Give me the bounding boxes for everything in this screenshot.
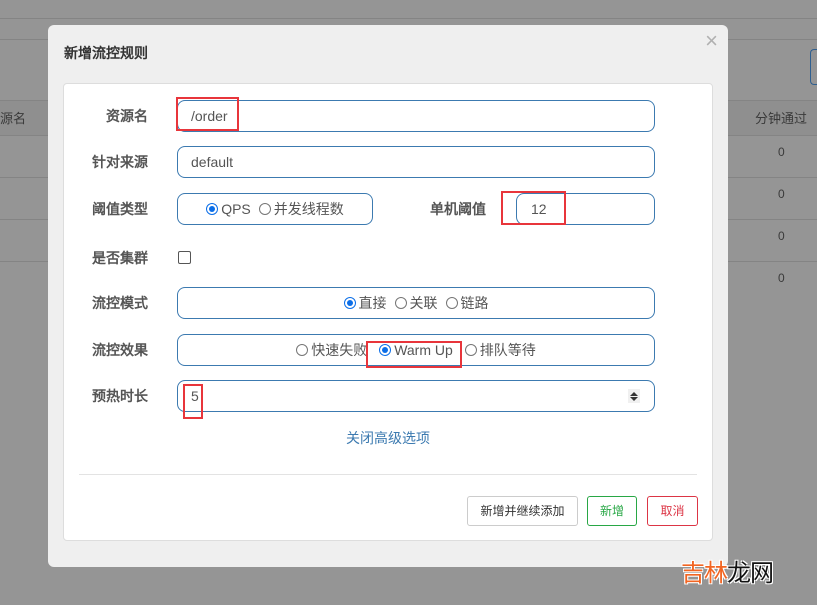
radio-checked-icon[interactable] — [343, 297, 356, 309]
rule-form-panel: 资源名 /order 针对来源 default 阈值类型 QPS 并发线程数 单… — [63, 83, 713, 541]
strategy-option-label: 关联 — [409, 295, 438, 311]
radio-unchecked-icon[interactable] — [464, 344, 477, 356]
bg-table-cell: 0 — [778, 229, 785, 243]
strategy-option-label: 链路 — [460, 295, 489, 311]
behavior-option-fast-fail[interactable]: 快速失败 — [296, 340, 367, 360]
radio-unchecked-icon[interactable] — [394, 297, 407, 309]
resource-name-input[interactable]: /order — [177, 100, 655, 132]
watermark-part1: 吉林 — [681, 560, 728, 587]
cluster-row: 是否集群 — [64, 242, 712, 274]
grade-option-qps[interactable]: QPS — [206, 201, 251, 217]
limit-app-value: default — [191, 154, 234, 170]
bg-table-cell: 0 — [778, 145, 785, 159]
control-behavior-radio-group: 快速失败 Warm Up 排队等待 — [177, 334, 655, 366]
count-input[interactable]: 12 — [516, 193, 655, 225]
dialog-title: 新增流控规则 — [64, 45, 148, 61]
spinner-down-icon[interactable] — [630, 396, 638, 401]
behavior-option-warm-up[interactable]: Warm Up — [379, 342, 453, 358]
warm-up-period-value: 5 — [191, 388, 199, 404]
control-behavior-row: 流控效果 快速失败 Warm Up 排队等待 — [64, 334, 712, 366]
behavior-option-label: 快速失败 — [311, 342, 368, 358]
count-value: 12 — [531, 201, 547, 217]
radio-unchecked-icon[interactable] — [258, 203, 271, 215]
grade-radio-group: QPS 并发线程数 — [177, 193, 373, 225]
count-label: 单机阈值 — [430, 201, 486, 217]
radio-unchecked-icon[interactable] — [296, 344, 309, 356]
bg-column-header-resource: 源名 — [0, 111, 27, 126]
resource-name-value: /order — [191, 108, 228, 124]
add-flow-rule-dialog: 新增流控规则 × 资源名 /order 针对来源 default 阈值类型 QP… — [48, 25, 728, 567]
warm-up-period-label: 预热时长 — [92, 388, 148, 404]
watermark: 吉林龙网 — [681, 553, 774, 588]
limit-app-input[interactable]: default — [177, 146, 655, 178]
cancel-button[interactable]: 取消 — [647, 496, 698, 526]
cluster-checkbox[interactable] — [178, 251, 191, 264]
limit-app-label: 针对来源 — [92, 154, 148, 170]
radio-checked-icon[interactable] — [379, 344, 392, 356]
watermark-part2: 龙网 — [727, 560, 774, 587]
footer-divider — [79, 474, 697, 475]
radio-unchecked-icon[interactable] — [445, 297, 458, 309]
grade-label: 阈值类型 — [92, 201, 148, 217]
strategy-row: 流控模式 直接 关联 链路 — [64, 287, 712, 319]
add-and-continue-button[interactable]: 新增并继续添加 — [467, 496, 578, 526]
radio-checked-icon[interactable] — [206, 203, 219, 215]
bg-button-edge — [810, 49, 817, 85]
strategy-label: 流控模式 — [92, 295, 148, 311]
resource-name-label: 资源名 — [106, 108, 148, 124]
behavior-option-label: Warm Up — [394, 342, 453, 358]
warm-up-period-row: 预热时长 5 — [64, 380, 712, 412]
close-advanced-options-link[interactable]: 关闭高级选项 — [64, 428, 712, 448]
warm-up-period-input[interactable]: 5 — [177, 380, 655, 412]
add-button[interactable]: 新增 — [587, 496, 637, 526]
bg-divider — [0, 18, 817, 19]
grade-option-label: QPS — [221, 201, 251, 217]
strategy-option-direct[interactable]: 直接 — [343, 293, 387, 313]
strategy-option-chain[interactable]: 链路 — [445, 293, 489, 313]
strategy-radio-group: 直接 关联 链路 — [177, 287, 655, 319]
bg-table-cell: 0 — [778, 271, 785, 285]
strategy-option-label: 直接 — [358, 295, 387, 311]
grade-option-thread[interactable]: 并发线程数 — [258, 199, 344, 219]
bg-column-header-pass-minute: 分钟通过 — [755, 111, 808, 126]
grade-option-label: 并发线程数 — [273, 201, 344, 217]
behavior-option-label: 排队等待 — [479, 342, 536, 358]
limit-app-row: 针对来源 default — [64, 146, 712, 178]
close-icon[interactable]: × — [705, 30, 718, 52]
spinner-up-icon[interactable] — [630, 391, 638, 396]
resource-name-row: 资源名 /order — [64, 100, 712, 132]
cluster-label: 是否集群 — [92, 250, 148, 266]
bg-table-cell: 0 — [778, 187, 785, 201]
number-spinner-icon[interactable] — [628, 389, 640, 403]
threshold-row: 阈值类型 QPS 并发线程数 单机阈值 12 — [64, 193, 712, 225]
behavior-option-queue[interactable]: 排队等待 — [464, 340, 536, 360]
strategy-option-relate[interactable]: 关联 — [394, 293, 438, 313]
control-behavior-label: 流控效果 — [92, 342, 148, 358]
